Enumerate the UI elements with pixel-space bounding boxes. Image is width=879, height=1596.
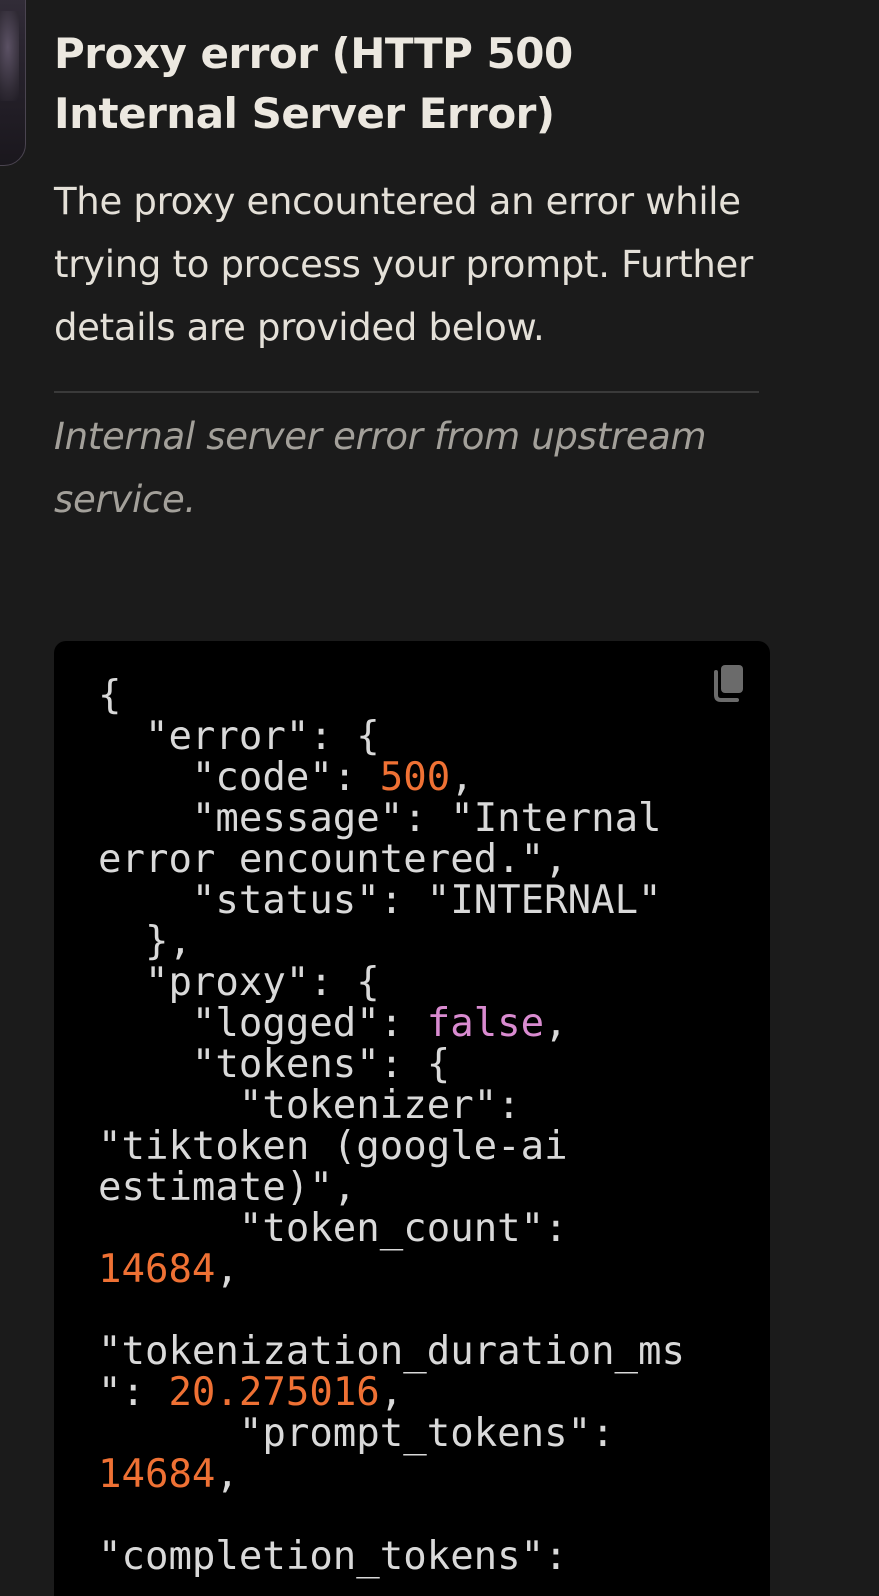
logged-value: false	[426, 1001, 545, 1046]
avatar	[0, 0, 26, 166]
copy-button[interactable]	[708, 661, 748, 705]
error-intro: The proxy encountered an error while try…	[54, 180, 753, 349]
divider	[54, 391, 759, 393]
token-count-value: 14684	[98, 1247, 216, 1292]
copy-icon	[714, 665, 743, 702]
error-detail: Internal server error from upstream serv…	[54, 415, 707, 521]
error-panel: Proxy error (HTTP 500 Internal Server Err…	[54, 24, 769, 531]
tokenization-duration-value: 20.275016	[168, 1370, 380, 1415]
prompt-tokens-value: 14684	[98, 1452, 216, 1497]
page-title: Proxy error (HTTP 500 Internal Server Err…	[54, 29, 573, 138]
code-value: 500	[379, 755, 451, 800]
json-code: { "error": { "code": 500, "message": "In…	[98, 673, 685, 1579]
json-code-block: { "error": { "code": 500, "message": "In…	[54, 641, 770, 1596]
